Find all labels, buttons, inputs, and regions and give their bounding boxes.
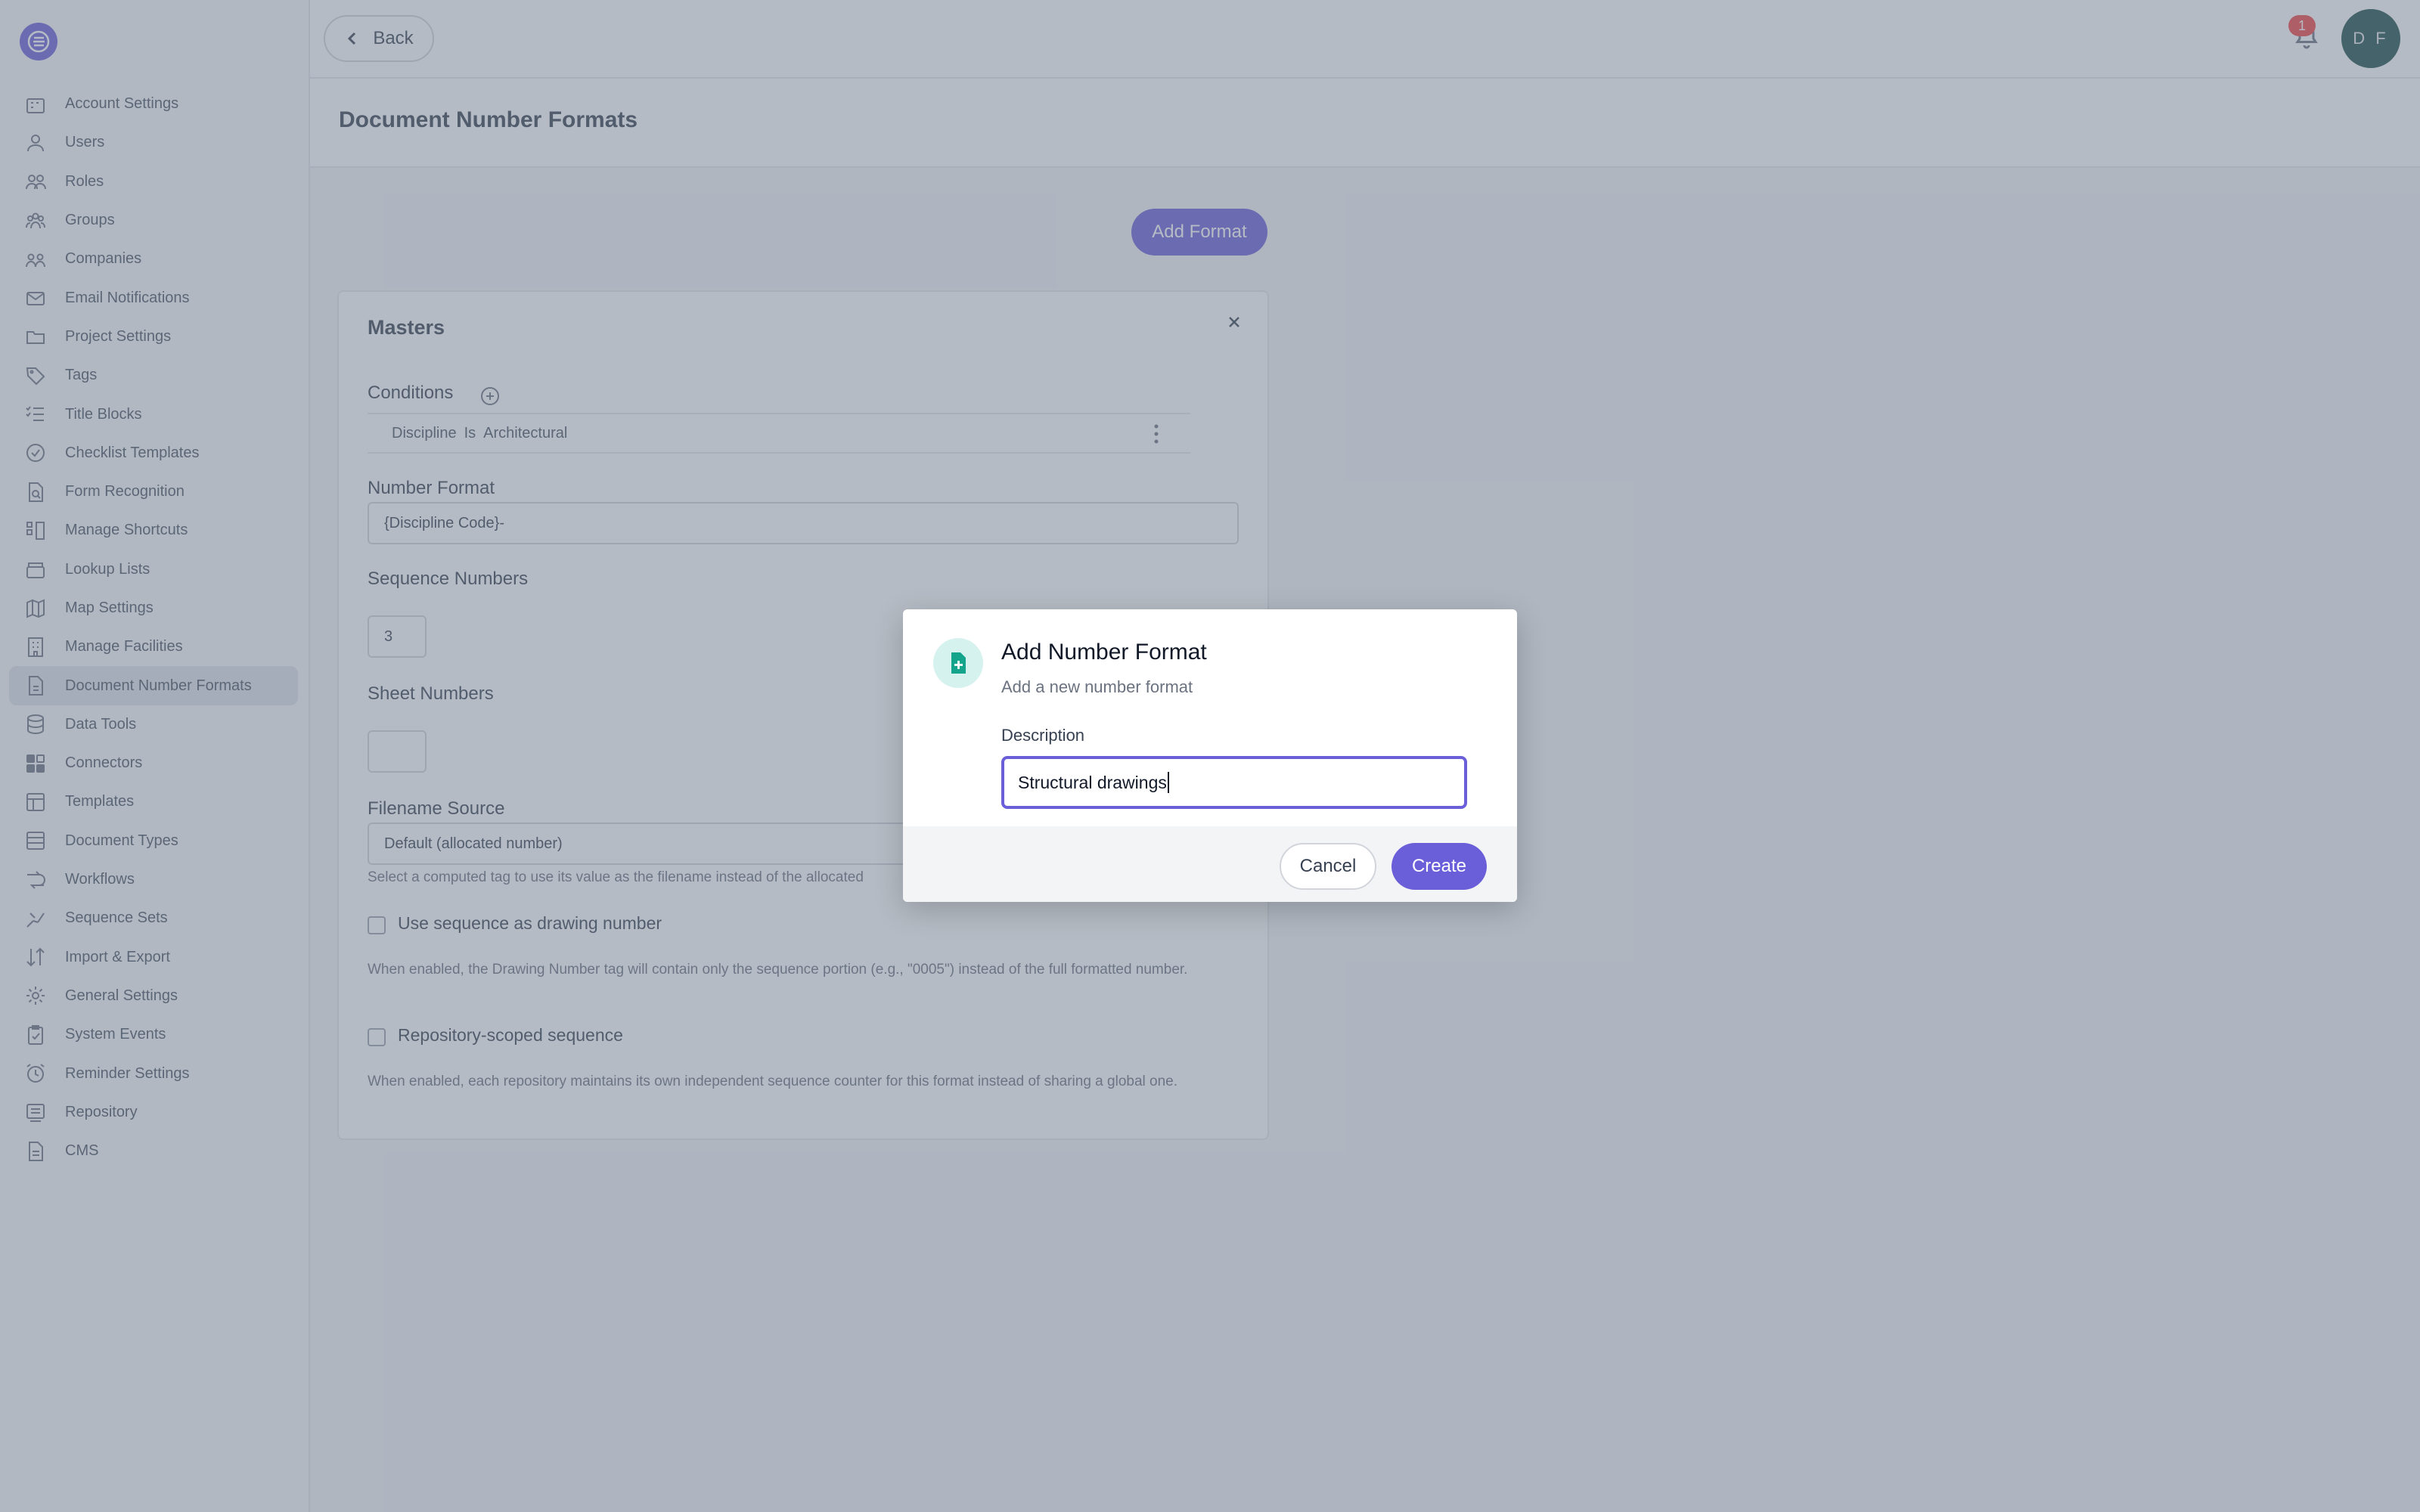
modal-title: Add Number Format bbox=[1001, 640, 1207, 665]
cancel-button[interactable]: Cancel bbox=[1280, 843, 1376, 890]
description-label: Description bbox=[1001, 726, 1085, 745]
text-caret bbox=[1167, 772, 1169, 793]
modal-footer: Cancel Create bbox=[903, 826, 1517, 902]
add-number-format-dialog: Add Number Format Add a new number forma… bbox=[903, 609, 1517, 902]
description-value: Structural drawings bbox=[1018, 772, 1167, 792]
file-plus-icon bbox=[951, 652, 966, 674]
description-input[interactable]: Structural drawings bbox=[1001, 756, 1467, 809]
create-button[interactable]: Create bbox=[1392, 843, 1487, 890]
modal-icon-badge bbox=[933, 638, 983, 688]
modal-subtitle: Add a new number format bbox=[1001, 677, 1193, 696]
